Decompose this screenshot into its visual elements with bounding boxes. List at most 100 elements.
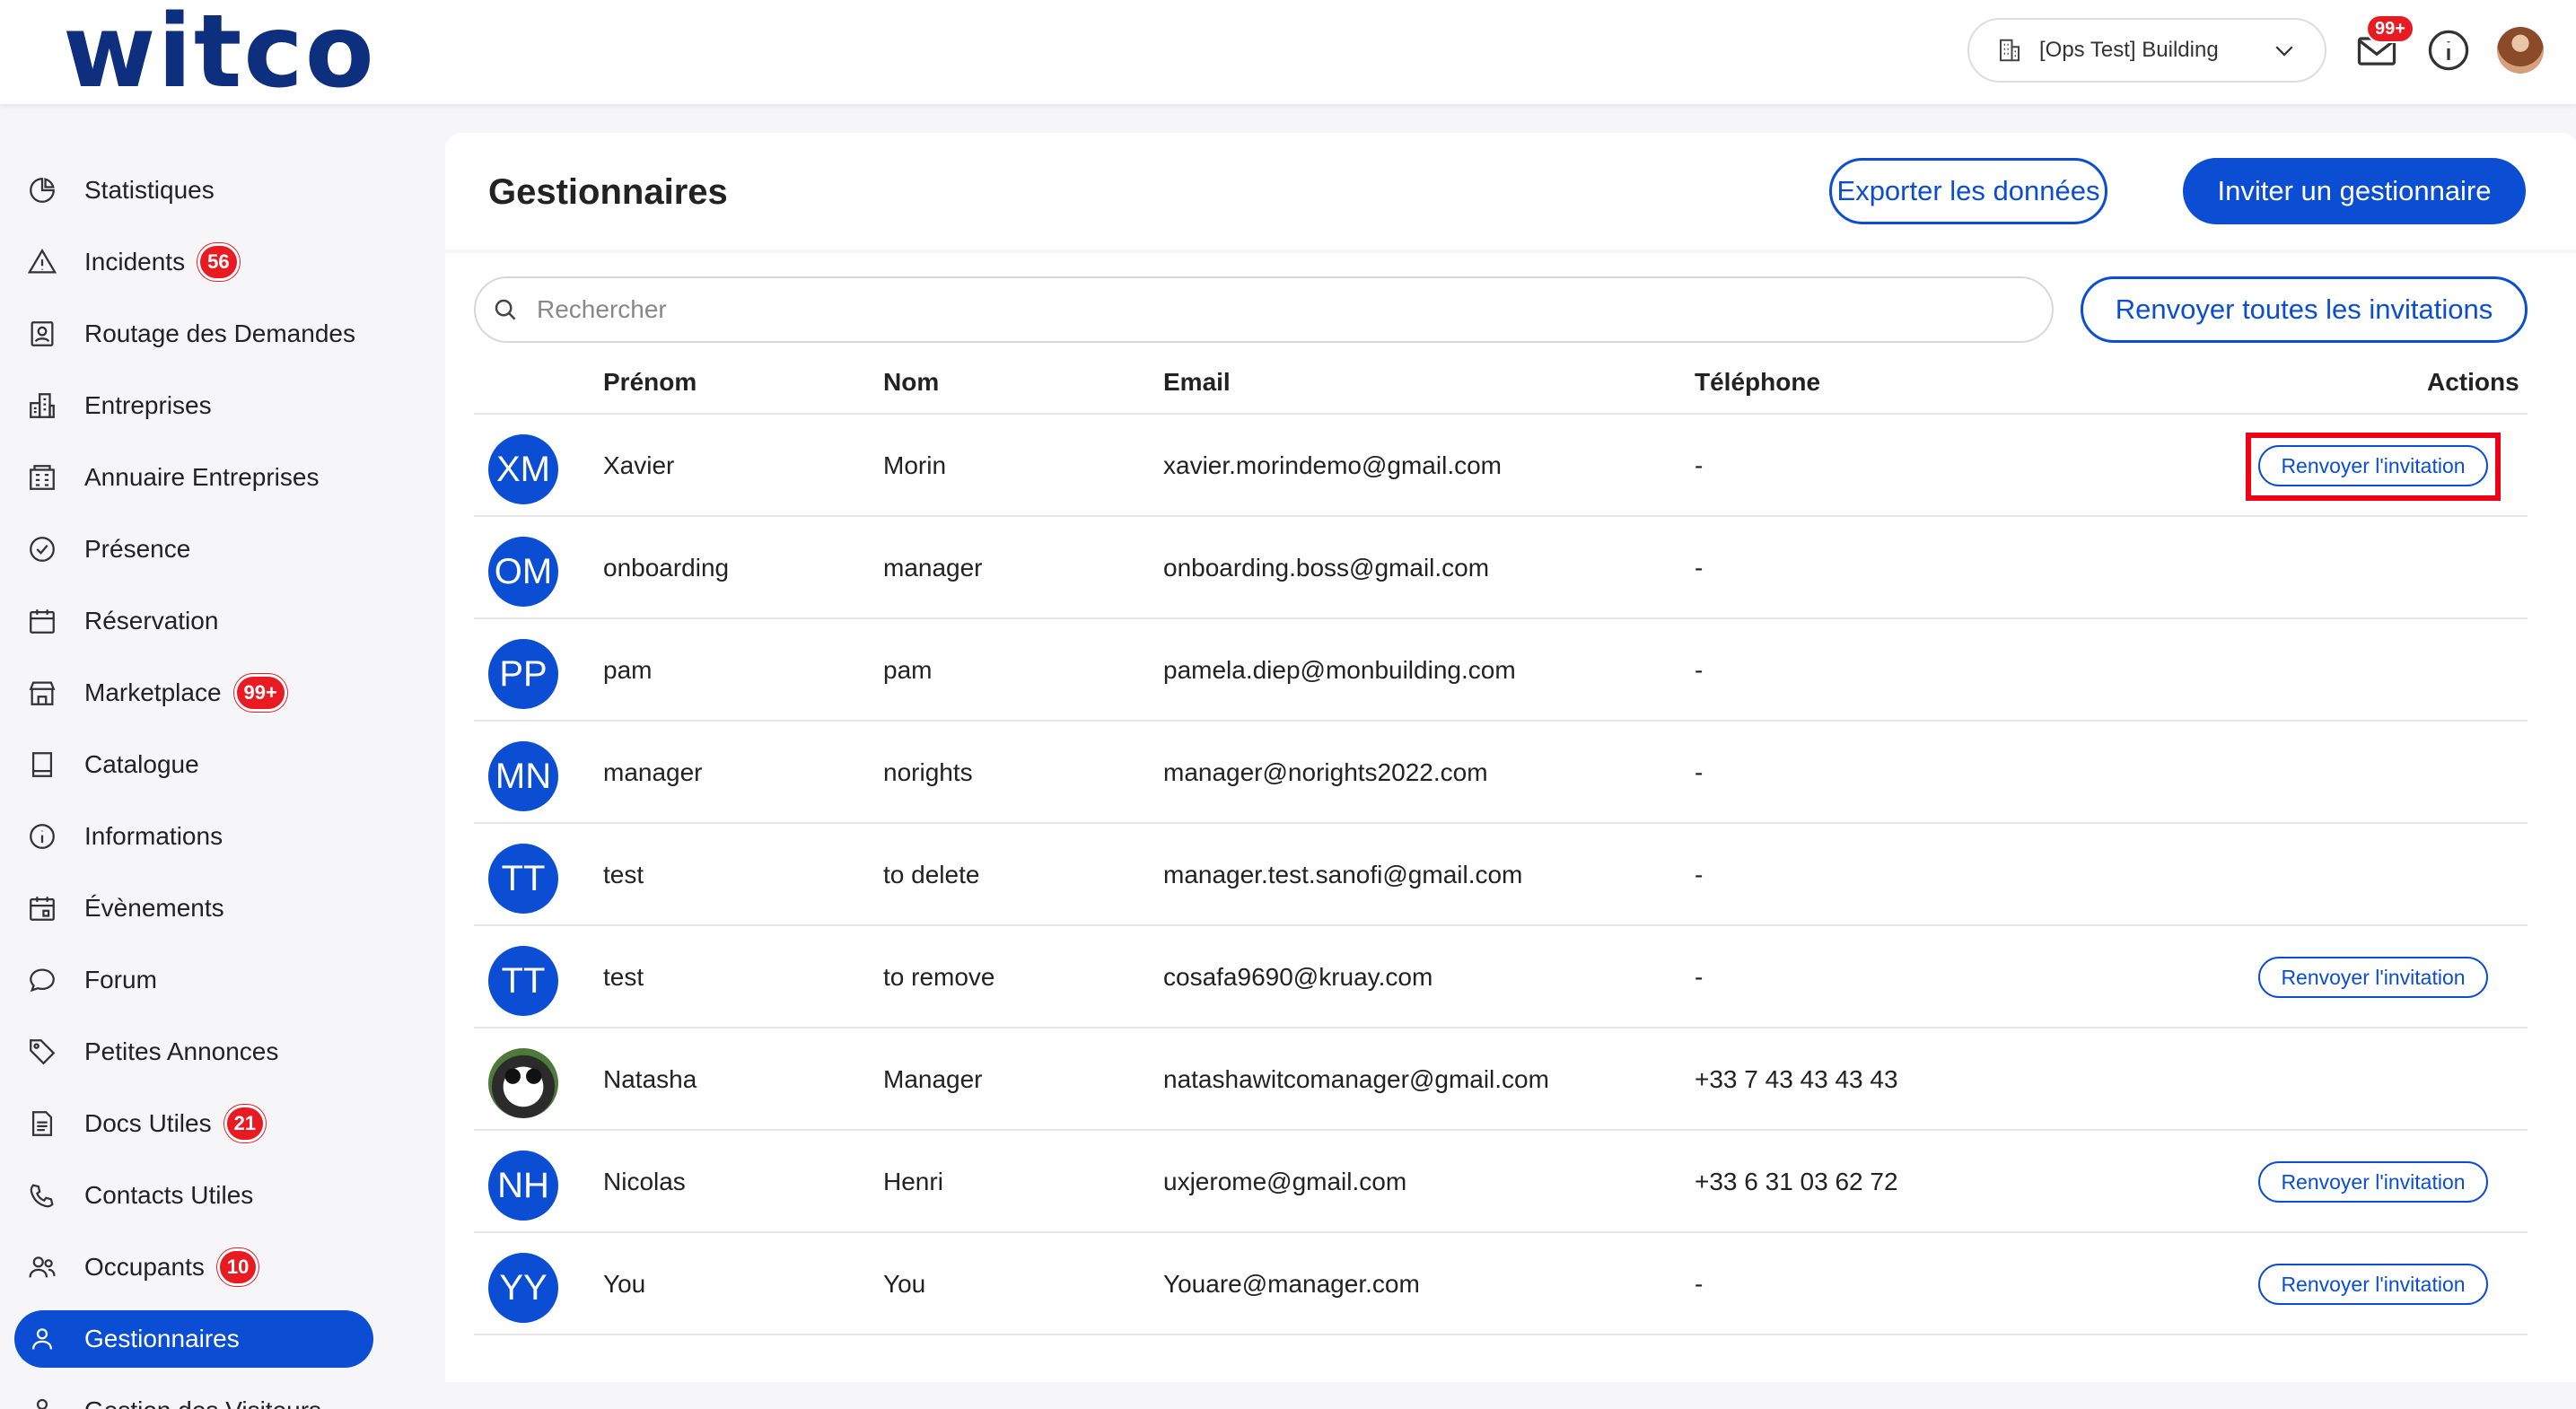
building-selector[interactable]: [Ops Test] Building	[1967, 18, 2326, 83]
avatar: NH	[488, 1151, 558, 1221]
sidebar-item-label: Occupants	[84, 1253, 205, 1281]
table-row[interactable]: TT test to delete manager.test.sanofi@gmail…	[474, 824, 2528, 926]
info-icon[interactable]	[2425, 27, 2472, 74]
resend-all-invitations-button[interactable]: Renvoyer toutes les invitations	[2081, 276, 2528, 343]
sidebar-item-entreprises[interactable]: Entreprises	[14, 377, 373, 434]
sidebar-item-forum[interactable]: Forum	[14, 951, 373, 1009]
sidebar-item-incidents[interactable]: Incidents 56	[14, 233, 373, 291]
users-icon	[29, 1256, 56, 1278]
building-icon	[2000, 39, 2020, 62]
phone-cell: +33 6 31 03 62 72	[1695, 1168, 1898, 1195]
table-row[interactable]: PP pam pam pamela.diep@monbuilding.com -	[474, 619, 2528, 722]
pie-chart-icon	[30, 178, 55, 203]
phone-cell: -	[1695, 1270, 1704, 1298]
tag-icon	[30, 1039, 56, 1065]
count-badge: 21	[223, 1105, 267, 1142]
table-row[interactable]: NH Nicolas Henri uxjerome@gmail.com +33 6 31…	[474, 1131, 2528, 1233]
avatar: TT	[488, 946, 558, 1016]
last-name-cell: to remove	[883, 963, 995, 991]
sidebar-item-label: Gestionnaires	[84, 1325, 240, 1352]
directory-icon	[30, 465, 55, 490]
sidebar-item-annuaire[interactable]: Annuaire Entreprises	[14, 449, 373, 506]
last-name-cell: Manager	[883, 1065, 983, 1093]
sidebar-item-label: Contacts Utiles	[84, 1181, 254, 1209]
search-icon	[495, 299, 516, 320]
last-name-cell: Morin	[883, 451, 947, 479]
first-name-cell: pam	[603, 656, 653, 684]
witco-logo[interactable]: witco	[63, 0, 376, 104]
email-cell: manager@norights2022.com	[1163, 758, 1488, 786]
column-header-actions: Actions	[2427, 368, 2519, 396]
sidebar-item-statistiques[interactable]: Statistiques	[14, 162, 373, 219]
phone-sos-icon	[30, 1184, 54, 1208]
last-name-cell: manager	[883, 554, 983, 582]
phone-cell: -	[1695, 861, 1704, 888]
sidebar-item-occupants[interactable]: Occupants 10	[14, 1238, 373, 1296]
email-cell: manager.test.sanofi@gmail.com	[1163, 861, 1523, 888]
first-name-cell: Xavier	[603, 451, 675, 479]
page-title: Gestionnaires	[488, 172, 728, 212]
last-name-cell: You	[883, 1270, 926, 1298]
invite-manager-button[interactable]: Inviter un gestionnaire	[2183, 158, 2526, 224]
search-placeholder: Rechercher	[537, 295, 667, 323]
table-row[interactable]: Natasha Manager natashawitcomanager@gmail.…	[474, 1028, 2528, 1131]
sidebar-item-label: Incidents	[84, 248, 186, 276]
phone-cell: -	[1695, 656, 1704, 684]
resend-invitation-button[interactable]: Renvoyer l'invitation	[2258, 1264, 2488, 1305]
first-name-cell: test	[603, 861, 644, 888]
sidebar-item-marketplace[interactable]: Marketplace 99+	[14, 664, 373, 722]
count-badge: 56	[197, 243, 240, 281]
contact-card-icon	[31, 321, 54, 346]
warning-icon	[27, 249, 57, 274]
phone-cell: -	[1695, 554, 1704, 582]
avatar: TT	[488, 844, 558, 914]
avatar	[488, 1048, 558, 1118]
calendar-icon	[30, 609, 55, 634]
sidebar-item-gestionnaires[interactable]: Gestionnaires	[14, 1310, 373, 1368]
table-row[interactable]: XM Xavier Morin xavier.morindemo@gmail.com -…	[474, 415, 2528, 517]
sidebar-item-presence[interactable]: Présence	[14, 521, 373, 578]
column-header-email[interactable]: Email	[1163, 368, 1231, 397]
resend-invitation-button[interactable]: Renvoyer l'invitation	[2258, 1161, 2488, 1203]
avatar: MN	[488, 741, 558, 811]
export-data-button[interactable]: Exporter les données	[1829, 158, 2107, 224]
sidebar-item-evenements[interactable]: Évènements	[14, 880, 373, 937]
column-header-first-name[interactable]: Prénom	[603, 368, 697, 397]
first-name-cell: Nicolas	[603, 1168, 686, 1195]
sidebar: Statistiques Incidents 56 Routage des De…	[0, 104, 413, 1409]
table-row[interactable]: YY You You Youare@manager.com - Renvoyer l'in…	[474, 1233, 2528, 1335]
check-circle-icon	[30, 537, 55, 562]
avatar: OM	[488, 537, 558, 607]
first-name-cell: You	[603, 1270, 646, 1298]
table-row[interactable]: MN manager norights manager@norights2022.co…	[474, 722, 2528, 824]
sidebar-item-routage[interactable]: Routage des Demandes	[14, 305, 373, 363]
table-row[interactable]: TT test to remove cosafa9690@kruay.com - Renv…	[474, 926, 2528, 1028]
column-header-phone[interactable]: Téléphone	[1695, 368, 1820, 397]
search-input[interactable]: Rechercher	[474, 276, 2054, 343]
store-icon	[29, 681, 56, 705]
mail-badge: 99+	[2366, 14, 2414, 43]
phone-cell: -	[1695, 758, 1704, 786]
sidebar-item-petites-annonces[interactable]: Petites Annonces	[14, 1023, 373, 1081]
column-header-last-name[interactable]: Nom	[883, 368, 939, 397]
sidebar-item-contacts-utiles[interactable]: Contacts Utiles	[14, 1167, 373, 1224]
email-cell: Youare@manager.com	[1163, 1270, 1420, 1298]
sidebar-item-label: Réservation	[84, 607, 219, 634]
sidebar-item-label: Catalogue	[84, 750, 199, 778]
sidebar-item-docs-utiles[interactable]: Docs Utiles 21	[14, 1095, 373, 1152]
sidebar-item-informations[interactable]: Informations	[14, 808, 373, 865]
user-avatar[interactable]	[2497, 27, 2544, 74]
resend-invitation-button[interactable]: Renvoyer l'invitation	[2258, 957, 2488, 998]
avatar: XM	[488, 434, 558, 504]
table-row[interactable]: OM onboarding manager onboarding.boss@gmail…	[474, 517, 2528, 619]
avatar: PP	[488, 639, 558, 709]
phone-cell: -	[1695, 963, 1704, 991]
sidebar-item-catalogue[interactable]: Catalogue	[14, 736, 373, 793]
count-badge: 99+	[233, 674, 287, 712]
last-name-cell: to delete	[883, 861, 980, 888]
highlight-annotation	[2246, 433, 2501, 501]
sidebar-item-label: Gestion des Visiteurs	[84, 1396, 321, 1409]
sidebar-item-reservation[interactable]: Réservation	[14, 592, 373, 650]
sidebar-item-gestion-visiteurs[interactable]: Gestion des Visiteurs	[14, 1382, 373, 1409]
sidebar-item-label: Présence	[84, 535, 191, 563]
